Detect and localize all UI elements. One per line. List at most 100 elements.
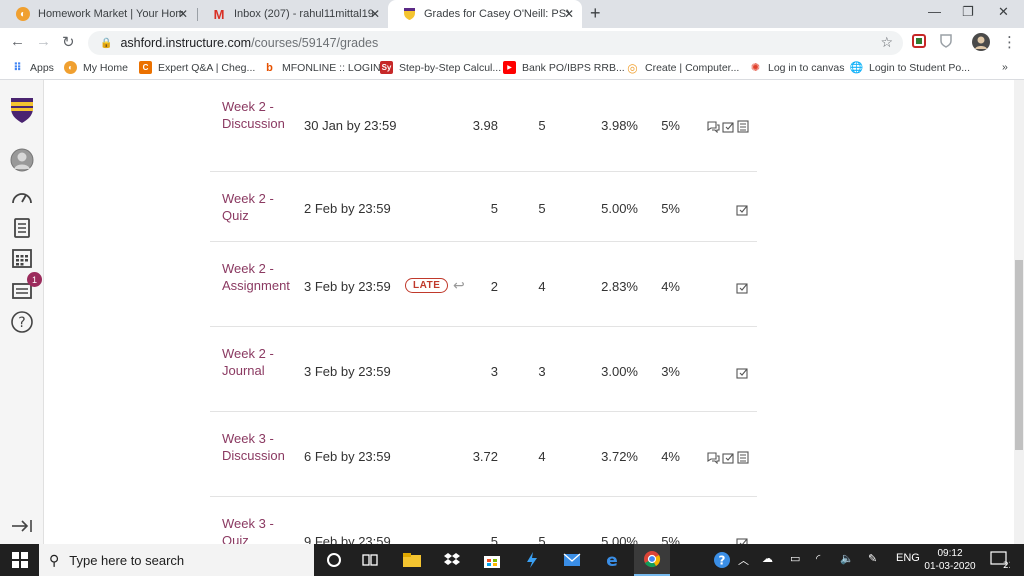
bookmark-student-portal[interactable]: 🌐 Login to Student Po... bbox=[850, 61, 970, 75]
scrollbar-thumb[interactable] bbox=[1015, 260, 1023, 450]
taskbar-search-input[interactable]: ⚲ Type here to search bbox=[39, 544, 314, 576]
bookmark-bank-po[interactable]: ▶ Bank PO/IBPS RRB... bbox=[503, 61, 625, 74]
row-action-icons bbox=[736, 366, 749, 384]
bookmark-my-home[interactable]: ◐ My Home bbox=[64, 61, 128, 74]
back-arrow-icon[interactable]: ← bbox=[10, 33, 25, 50]
details-icon[interactable] bbox=[737, 120, 749, 138]
language-indicator[interactable]: ENG bbox=[896, 552, 920, 564]
task-view-icon[interactable] bbox=[352, 544, 388, 576]
bookmark-apps[interactable]: ⠿ Apps bbox=[11, 61, 54, 75]
help-icon[interactable]: ? bbox=[704, 544, 740, 576]
assignment-link[interactable]: Week 2 - Journal bbox=[222, 345, 302, 379]
details-icon[interactable] bbox=[737, 450, 749, 469]
score: 3.98 bbox=[472, 118, 498, 133]
canvas-icon: ✺ bbox=[750, 62, 761, 74]
page-scrollbar[interactable] bbox=[1014, 80, 1024, 544]
volume-icon[interactable]: 🔈 bbox=[840, 552, 854, 565]
comments-icon[interactable] bbox=[707, 451, 720, 469]
rubric-icon[interactable] bbox=[722, 451, 735, 469]
tab-gmail-inbox[interactable]: M Inbox (207) - rahul11mittal1994@ ✕ bbox=[198, 0, 388, 28]
battery-icon[interactable]: ▭ bbox=[790, 552, 800, 565]
svg-text:?: ? bbox=[18, 315, 25, 331]
gmail-icon: M bbox=[213, 6, 225, 22]
minimize-icon[interactable]: — bbox=[928, 4, 941, 19]
file-explorer-icon[interactable] bbox=[394, 544, 430, 576]
table-row: Week 2 - Quiz 2 Feb by 23:59 5 5 5.00% 5% bbox=[210, 172, 757, 242]
shield-extension-icon[interactable] bbox=[940, 34, 952, 52]
action-center-icon[interactable]: 22 bbox=[990, 551, 1014, 572]
bookmark-star-icon[interactable]: ☆ bbox=[880, 34, 893, 51]
row-action-icons bbox=[736, 281, 749, 299]
close-icon[interactable]: ✕ bbox=[370, 7, 380, 21]
forward-arrow-icon[interactable]: → bbox=[36, 33, 51, 50]
bookmark-chegg[interactable]: C Expert Q&A | Cheg... bbox=[139, 61, 255, 74]
close-icon[interactable]: ✕ bbox=[178, 7, 188, 21]
dashboard-icon[interactable] bbox=[8, 182, 36, 210]
rubric-icon[interactable] bbox=[736, 366, 749, 384]
wifi-icon[interactable]: ◜ bbox=[816, 552, 820, 565]
bookmark-canvas-login[interactable]: ✺ Log in to canvas bbox=[749, 61, 845, 75]
shield-icon bbox=[402, 7, 416, 21]
tab-title: Inbox (207) - rahul11mittal1994@ bbox=[234, 8, 374, 20]
new-tab-button[interactable]: + bbox=[590, 3, 601, 24]
help-icon[interactable]: ? bbox=[8, 308, 36, 336]
assignment-link[interactable]: Week 3 - Quiz bbox=[222, 515, 302, 544]
bookmark-label: Expert Q&A | Cheg... bbox=[158, 61, 256, 74]
courses-icon[interactable] bbox=[8, 214, 36, 242]
symbolab-icon: Sy bbox=[380, 61, 393, 74]
comments-icon[interactable] bbox=[707, 120, 720, 138]
percent: 3.00% bbox=[601, 363, 638, 379]
bookmark-mfonline[interactable]: b MFONLINE :: LOGIN bbox=[263, 61, 380, 74]
close-icon[interactable]: ✕ bbox=[564, 7, 574, 21]
dropbox-icon[interactable] bbox=[434, 544, 470, 576]
address-bar[interactable]: 🔒 ashford.instructure.com/courses/59147/… bbox=[88, 31, 903, 55]
lock-icon: 🔒 bbox=[100, 37, 113, 49]
assignment-link[interactable]: Week 2 - Discussion bbox=[222, 98, 302, 132]
home-favicon: ◐ bbox=[64, 61, 77, 74]
restore-icon[interactable]: ❐ bbox=[962, 4, 974, 20]
azure-icon[interactable] bbox=[514, 544, 550, 576]
assignment-link[interactable]: Week 3 - Discussion bbox=[222, 430, 302, 464]
bookmark-step-calc[interactable]: Sy Step-by-Step Calcul... bbox=[380, 61, 501, 74]
avatar[interactable] bbox=[8, 146, 36, 174]
chegg-icon: C bbox=[139, 61, 152, 74]
store-icon[interactable] bbox=[474, 544, 510, 576]
pen-icon[interactable]: ✎ bbox=[868, 552, 877, 565]
menu-dots-icon[interactable]: ⋮ bbox=[1002, 33, 1017, 51]
rubric-icon[interactable] bbox=[736, 536, 749, 544]
rubric-icon[interactable] bbox=[722, 120, 735, 138]
search-icon: ⚲ bbox=[49, 551, 60, 568]
edge-icon[interactable]: e bbox=[594, 544, 630, 576]
score: 3 bbox=[490, 363, 498, 379]
reload-icon[interactable]: ↻ bbox=[62, 33, 75, 51]
percent: 5.00% bbox=[601, 201, 638, 216]
assignment-link[interactable]: Week 2 - Assignment bbox=[222, 260, 302, 294]
system-clock[interactable]: 09:12 01-03-2020 bbox=[920, 547, 980, 573]
avatar[interactable] bbox=[972, 33, 990, 55]
rubric-icon[interactable] bbox=[736, 203, 749, 221]
collapse-nav-icon[interactable] bbox=[8, 512, 36, 540]
bookmarks-overflow[interactable]: » bbox=[1002, 61, 1008, 73]
resubmit-arrow-icon: ↩ bbox=[453, 276, 465, 293]
mail-icon[interactable] bbox=[554, 544, 590, 576]
cloud-icon[interactable]: ☁ bbox=[762, 552, 773, 565]
calendar-icon[interactable] bbox=[8, 244, 36, 272]
chrome-icon[interactable] bbox=[634, 544, 670, 576]
mfonline-icon: b bbox=[266, 61, 273, 74]
cortana-icon[interactable] bbox=[316, 544, 352, 576]
close-window-icon[interactable]: ✕ bbox=[998, 4, 1009, 20]
chevron-up-icon[interactable]: ︿ bbox=[738, 552, 749, 568]
score: 5 bbox=[490, 533, 498, 545]
tab-homework-market[interactable]: ◐ Homework Market | Your Homew ✕ bbox=[2, 0, 196, 28]
apps-grid-icon: ⠿ bbox=[13, 62, 22, 74]
windows-start-icon[interactable] bbox=[2, 544, 38, 576]
assignment-link[interactable]: Week 2 - Quiz bbox=[222, 190, 302, 224]
rubric-icon[interactable] bbox=[736, 281, 749, 299]
percent: 2.83% bbox=[601, 278, 638, 294]
weight: 5% bbox=[661, 201, 680, 216]
extension-icon[interactable] bbox=[912, 34, 926, 52]
bookmark-create-computer[interactable]: ◎ Create | Computer... bbox=[626, 61, 739, 75]
svg-text:e: e bbox=[606, 551, 618, 569]
tab-grades[interactable]: Grades for Casey O'Neill: PSY326 ✕ bbox=[388, 0, 582, 28]
ashford-logo-icon[interactable] bbox=[8, 96, 36, 124]
